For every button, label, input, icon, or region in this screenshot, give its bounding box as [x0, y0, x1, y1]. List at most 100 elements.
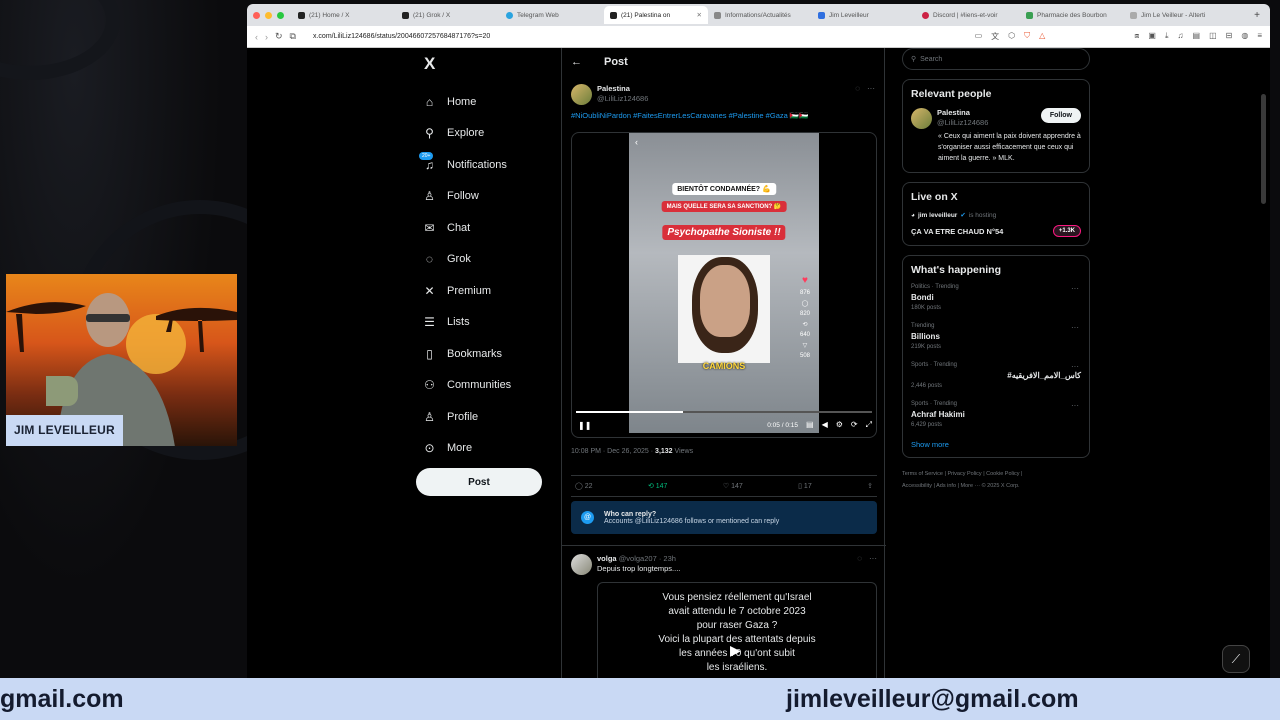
- browser-tab[interactable]: Jim Leveilleur: [812, 6, 916, 24]
- video-share-count: 640: [799, 332, 810, 338]
- bookmark-button[interactable]: ▯ 17: [798, 482, 812, 490]
- more-options-icon[interactable]: ···: [1071, 284, 1079, 293]
- wallet-icon[interactable]: ▤: [1193, 31, 1201, 42]
- minimize-window-button[interactable]: [265, 11, 272, 19]
- cast-icon[interactable]: ▭: [975, 31, 983, 42]
- reply-author-info: volga @volga207 · 23h Depuis trop longte…: [597, 554, 680, 574]
- post-hashtags[interactable]: #NiOubliNiPardon #FaitesEntrerLesCaravan…: [562, 105, 884, 126]
- media-icon[interactable]: ♫: [1178, 31, 1184, 42]
- relevant-person-name[interactable]: Palestina: [937, 108, 988, 118]
- grok-icon[interactable]: ◌: [855, 84, 860, 93]
- reply-button[interactable]: ◯ 22: [575, 482, 593, 490]
- browser-tab[interactable]: (21) Grok / X: [396, 6, 500, 24]
- live-space[interactable]: ÇA VA ETRE CHAUD N°54 +1.3K: [911, 225, 1081, 237]
- x-logo-icon[interactable]: X: [424, 54, 555, 74]
- browser-tab[interactable]: Pharmacie des Bourbon: [1020, 6, 1124, 24]
- bookmark-page-icon[interactable]: ⧉: [290, 31, 296, 42]
- footer-line[interactable]: Terms of Service | Privacy Policy | Cook…: [902, 468, 1090, 480]
- sidebar-icon[interactable]: ▣: [1148, 31, 1156, 42]
- url-input[interactable]: x.com/LiliLiz124686/status/2004660725768…: [307, 29, 777, 44]
- trend-item[interactable]: Trending Billions 219K posts ···: [911, 323, 1081, 350]
- browser-tab[interactable]: (21) Home / X: [292, 6, 396, 24]
- browser-tab[interactable]: Jim Le Veilleur - Alterti: [1124, 6, 1228, 24]
- forward-arrow-icon[interactable]: ›: [265, 32, 268, 42]
- brave-shield-icon[interactable]: ⛉: [1024, 31, 1030, 42]
- nav-item-more[interactable]: ⊙ More: [415, 433, 555, 465]
- tab-search-icon[interactable]: ◫: [1209, 31, 1217, 42]
- captions-icon[interactable]: ▤: [806, 420, 814, 430]
- settings-icon[interactable]: ⚙: [836, 420, 843, 430]
- nav-item-explore[interactable]: ⚲ Explore: [415, 118, 555, 150]
- vpn-icon[interactable]: ⊟: [1226, 31, 1233, 42]
- video-player[interactable]: ‹ BIENTÔT CONDAMNÉE? 💪 MAIS QUELLE SERA …: [571, 132, 877, 438]
- close-window-button[interactable]: [253, 11, 260, 19]
- brave-rewards-icon[interactable]: △: [1039, 31, 1045, 42]
- reply-post[interactable]: volga @volga207 · 23h Depuis trop longte…: [562, 545, 886, 678]
- trend-item[interactable]: Sports · Trending Achraf Hakimi 6,429 po…: [911, 401, 1081, 428]
- close-tab-icon[interactable]: ✕: [697, 11, 702, 19]
- avatar[interactable]: [571, 554, 592, 575]
- nav-item-follow[interactable]: ♙ Follow: [415, 181, 555, 213]
- play-icon[interactable]: ▶: [730, 643, 741, 657]
- downloads-icon[interactable]: ⤓: [1165, 31, 1169, 42]
- page-scrollbar[interactable]: [1261, 94, 1266, 204]
- reply-author-handle[interactable]: @volga207 · 23h: [619, 554, 676, 563]
- share-icon[interactable]: ⇪: [867, 482, 873, 490]
- author-handle[interactable]: @LiliLiz124686: [597, 94, 648, 104]
- maximize-window-button[interactable]: [277, 11, 284, 19]
- new-tab-icon[interactable]: +: [1254, 10, 1260, 21]
- footer-line[interactable]: Accessibility | Ads info | More ··· © 20…: [902, 480, 1090, 492]
- grok-floating-button[interactable]: ⟋: [1222, 645, 1250, 673]
- reload-icon[interactable]: ↻: [275, 31, 283, 42]
- more-options-icon[interactable]: ···: [1071, 362, 1079, 371]
- reply-author-name[interactable]: volga: [597, 554, 617, 563]
- nav-item-communities[interactable]: ⚇ Communities: [415, 370, 555, 402]
- browser-tab[interactable]: Informations/Actualités: [708, 6, 812, 24]
- post-button[interactable]: Post: [416, 468, 542, 496]
- loop-icon[interactable]: ⟳: [851, 420, 858, 430]
- post-timestamp[interactable]: 10:08 PM · Dec 26, 2025 ·: [571, 448, 655, 455]
- reply-media-card[interactable]: Vous pensiez réellement qu'Israel avait …: [597, 582, 877, 678]
- show-more-link[interactable]: Show more: [911, 440, 1081, 449]
- browser-tab-active[interactable]: (21) Palestina on ✕: [604, 6, 708, 24]
- extensions-icon[interactable]: ⧈: [1134, 31, 1139, 42]
- grok-icon[interactable]: ◌: [857, 554, 862, 563]
- avatar[interactable]: [571, 84, 592, 105]
- menu-icon[interactable]: ≡: [1257, 31, 1262, 42]
- back-arrow-icon[interactable]: ←: [571, 56, 582, 68]
- nav-item-profile[interactable]: ♙ Profile: [415, 401, 555, 433]
- trend-count: 6,429 posts: [911, 422, 943, 428]
- nav-item-chat[interactable]: ✉ Chat: [415, 212, 555, 244]
- nav-item-lists[interactable]: ☰ Lists: [415, 307, 555, 339]
- search-input[interactable]: ⚲ Search: [902, 48, 1090, 70]
- download-icon[interactable]: ⬡: [1008, 31, 1015, 42]
- relevant-person-handle[interactable]: @LiliLiz124686: [937, 118, 988, 128]
- more-options-icon[interactable]: ···: [1071, 323, 1079, 332]
- trend-item[interactable]: Sports · Trending #كاس_الامم_الافريقيه 2…: [911, 362, 1081, 389]
- trend-item[interactable]: Politics · Trending Bondi 180K posts ···: [911, 284, 1081, 311]
- nav-item-notifications[interactable]: ♫ 20+ Notifications: [415, 149, 555, 181]
- translate-icon[interactable]: 文: [991, 31, 999, 42]
- nav-item-grok[interactable]: ◌ Grok: [415, 244, 555, 276]
- volume-icon[interactable]: ◀: [822, 420, 828, 430]
- author-name[interactable]: Palestina: [597, 84, 648, 94]
- nav-item-premium[interactable]: ✕ Premium: [415, 275, 555, 307]
- avatar[interactable]: [911, 108, 932, 129]
- follow-button[interactable]: Follow: [1040, 108, 1081, 123]
- nav-item-home[interactable]: ⌂ Home: [415, 86, 555, 118]
- browser-tab[interactable]: Telegram Web: [500, 6, 604, 24]
- profile-icon[interactable]: ◍: [1241, 31, 1248, 42]
- like-button[interactable]: ♡ 147: [723, 482, 743, 490]
- more-options-icon[interactable]: ···: [1071, 401, 1079, 410]
- live-host-name[interactable]: jim leveilleur: [918, 212, 957, 219]
- nav-item-bookmarks[interactable]: ▯ Bookmarks: [415, 338, 555, 370]
- whats-happening-card: What's happening Politics · Trending Bon…: [902, 255, 1090, 458]
- back-arrow-icon[interactable]: ‹: [255, 32, 258, 42]
- video-progress-bar[interactable]: [576, 411, 872, 413]
- repost-button[interactable]: ⟲ 147: [648, 482, 668, 490]
- more-options-icon[interactable]: ···: [869, 554, 877, 563]
- pause-icon[interactable]: ❚❚: [578, 421, 591, 430]
- more-options-icon[interactable]: ···: [867, 84, 875, 93]
- browser-tab[interactable]: Discord | #liens-et-voir: [916, 6, 1020, 24]
- fullscreen-icon[interactable]: ⤢: [866, 420, 872, 430]
